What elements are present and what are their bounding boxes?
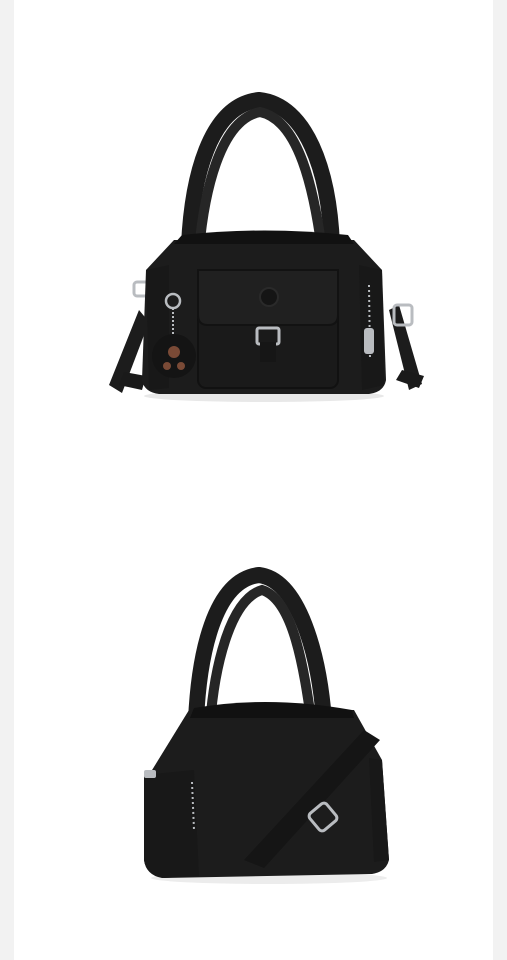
- bag-back-illustration: [144, 566, 389, 884]
- logo-icon: [259, 287, 279, 307]
- bag-front-illustration: [109, 91, 424, 402]
- product-gallery-page: [0, 0, 507, 960]
- side-pocket-left: [144, 770, 199, 878]
- image-canvas: [14, 0, 493, 960]
- zipper-pull-right: [364, 328, 374, 354]
- bag-front-photo: [14, 60, 493, 440]
- zipper-pull-left: [144, 770, 156, 778]
- side-pocket-right: [359, 265, 384, 390]
- bag-back-photo: [14, 560, 493, 900]
